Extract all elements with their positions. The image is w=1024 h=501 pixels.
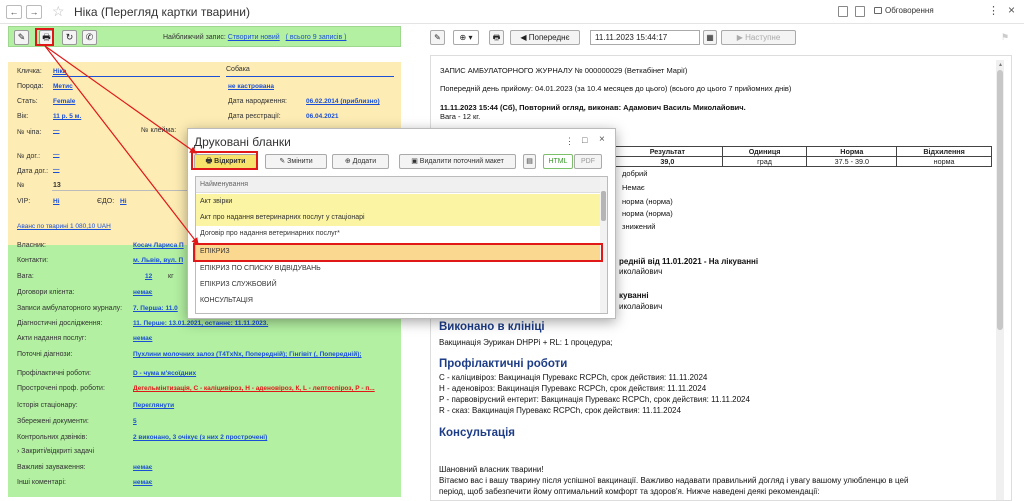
arrow-to-open (44, 45, 197, 154)
arrow-to-epicrisis (44, 45, 199, 245)
annotation-arrows (44, 45, 199, 245)
